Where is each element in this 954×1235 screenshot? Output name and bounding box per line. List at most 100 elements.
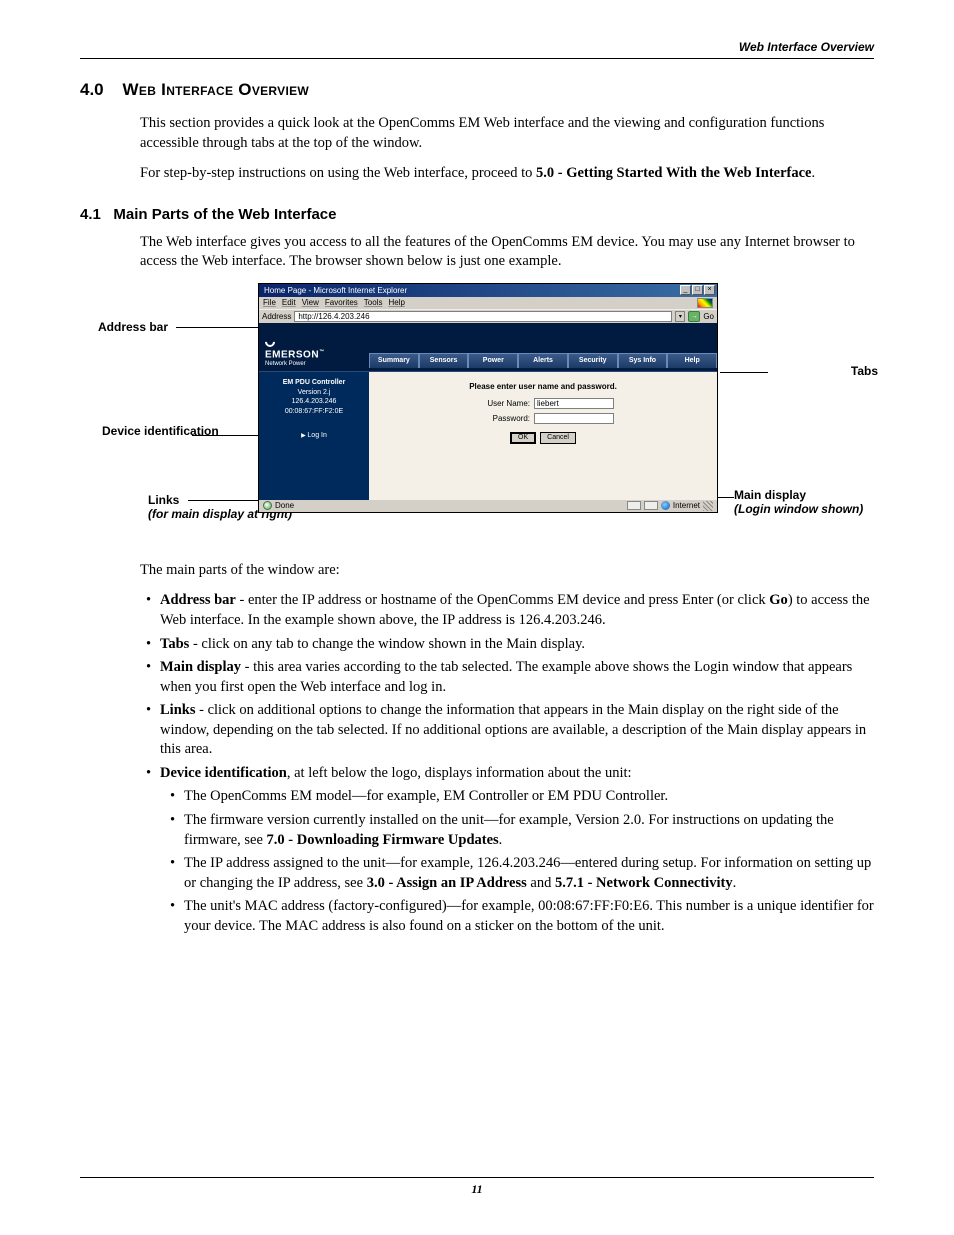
bullet-list: Address bar - enter the IP address or ho… (140, 591, 874, 936)
list-item: The unit's MAC address (factory-configur… (160, 897, 874, 936)
tab-sensors[interactable]: Sensors (419, 353, 469, 368)
callout-subtext: (Login window shown) (734, 503, 863, 517)
password-label: Password: (472, 414, 530, 423)
tabs-row: Summary Sensors Power Alerts Security Sy… (369, 350, 717, 368)
brand-swirl-icon (263, 335, 277, 349)
menu-help[interactable]: Help (388, 298, 404, 307)
term: Main display (160, 659, 241, 675)
tab-power[interactable]: Power (468, 353, 518, 368)
running-header: Web Interface Overview (739, 40, 874, 54)
text: - click on any tab to change the window … (189, 636, 585, 652)
figure: Address bar Tabs Device identification L… (80, 283, 874, 543)
header-rule (80, 58, 874, 59)
para: The Web interface gives you access to al… (140, 233, 874, 272)
list-item: Device identification, at left below the… (140, 764, 874, 937)
nested-list: The OpenComms EM model—for example, EM C… (160, 787, 874, 936)
username-label: User Name: (472, 399, 530, 408)
ie-menubar: File Edit View Favorites Tools Help (259, 297, 717, 309)
term: Go (769, 592, 788, 608)
ie-address-bar: Address http://126.4.203.246 ▾ → Go (259, 309, 717, 323)
term: Device identification (160, 765, 287, 781)
xref: 5.0 - Getting Started With the Web Inter… (536, 165, 811, 181)
callout-text: Links (148, 493, 179, 507)
list-item: Tabs - click on any tab to change the wi… (140, 635, 874, 655)
ie-titlebar[interactable]: Home Page - Microsoft Internet Explorer … (259, 284, 717, 297)
page-number: 11 (471, 1182, 482, 1196)
menu-favorites[interactable]: Favorites (325, 298, 358, 307)
address-input[interactable]: http://126.4.203.246 (294, 311, 672, 322)
address-label: Address (262, 312, 291, 321)
menu-file[interactable]: File (263, 298, 276, 307)
page-footer: 11 (80, 1177, 874, 1197)
minimize-button[interactable]: _ (680, 285, 691, 295)
text: For step-by-step instructions on using t… (140, 165, 536, 181)
resize-grip-icon (703, 501, 713, 511)
login-link[interactable]: Log In (301, 431, 327, 441)
text: - this area varies according to the tab … (160, 659, 852, 695)
maximize-button[interactable]: □ (692, 285, 703, 295)
term: Tabs (160, 636, 189, 652)
side-ip: 126.4.203.246 (263, 397, 365, 407)
list-item: Main display - this area varies accordin… (140, 658, 874, 697)
callout-tabs: Tabs (851, 365, 878, 379)
tab-help[interactable]: Help (667, 353, 717, 368)
ok-button[interactable]: OK (510, 432, 536, 444)
status-zone-text: Internet (673, 501, 700, 510)
text: . (733, 875, 737, 891)
callout-line (192, 435, 258, 436)
go-button[interactable]: → (688, 311, 700, 322)
ie-status-bar: Done Internet (259, 500, 717, 512)
password-input[interactable] (534, 413, 614, 424)
window-title: Home Page - Microsoft Internet Explorer (261, 286, 679, 295)
status-done-text: Done (275, 501, 294, 510)
username-input[interactable]: liebert (534, 398, 614, 409)
list-item: The firmware version currently installed… (160, 811, 874, 850)
list-item: Address bar - enter the IP address or ho… (140, 591, 874, 630)
subsection-heading: 4.1 Main Parts of the Web Interface (80, 206, 874, 223)
ie-logo-icon (697, 298, 713, 308)
tab-sysinfo[interactable]: Sys Info (618, 353, 668, 368)
status-seg (627, 501, 641, 510)
menu-tools[interactable]: Tools (364, 298, 383, 307)
section-heading: 4.0 Web Interface Overview (80, 80, 874, 100)
callout-address-bar: Address bar (98, 321, 168, 335)
callout-text: Main display (734, 488, 806, 502)
brand-subtitle: Network Power (265, 361, 363, 367)
address-dropdown-button[interactable]: ▾ (675, 311, 685, 322)
text: , at left below the logo, displays infor… (287, 765, 632, 781)
text: . (812, 165, 816, 181)
xref: 3.0 - Assign an IP Address (367, 875, 527, 891)
callout-line (176, 327, 258, 328)
cancel-button[interactable]: Cancel (540, 432, 576, 444)
term: Links (160, 702, 195, 718)
xref: 5.7.1 - Network Connectivity (555, 875, 733, 891)
page: Web Interface Overview 4.0 Web Interface… (0, 0, 954, 1235)
callout-main-display: Main display (Login window shown) (734, 489, 863, 517)
para: For step-by-step instructions on using t… (140, 164, 874, 184)
side-mac: 00:08:67:FF:F2:0E (263, 407, 365, 417)
ie-window: Home Page - Microsoft Internet Explorer … (258, 283, 718, 513)
tab-security[interactable]: Security (568, 353, 618, 368)
brand-block: EMERSON™ Network Power (259, 333, 369, 370)
xref: 7.0 - Downloading Firmware Updates (267, 832, 499, 848)
status-done-icon (263, 501, 272, 510)
close-button[interactable]: × (704, 285, 715, 295)
menu-view[interactable]: View (302, 298, 319, 307)
list-item: The OpenComms EM model—for example, EM C… (160, 787, 874, 807)
brand-name: EMERSON™ (265, 349, 363, 360)
status-seg (644, 501, 658, 510)
page-content: EMERSON™ Network Power Summary Sensors P… (259, 323, 717, 500)
tab-summary[interactable]: Summary (369, 353, 419, 368)
menu-edit[interactable]: Edit (282, 298, 296, 307)
callout-line (720, 372, 768, 373)
para: The main parts of the window are: (140, 561, 874, 581)
tab-alerts[interactable]: Alerts (518, 353, 568, 368)
side-panel: EM PDU Controller Version 2.j 126.4.203.… (259, 372, 369, 500)
go-label: Go (703, 312, 714, 321)
section-number: 4.0 (80, 80, 104, 99)
side-model: EM PDU Controller (263, 378, 365, 388)
text: - click on additional options to change … (160, 702, 866, 757)
para: This section provides a quick look at th… (140, 114, 874, 153)
subsection-number: 4.1 (80, 206, 101, 223)
term: Address bar (160, 592, 236, 608)
